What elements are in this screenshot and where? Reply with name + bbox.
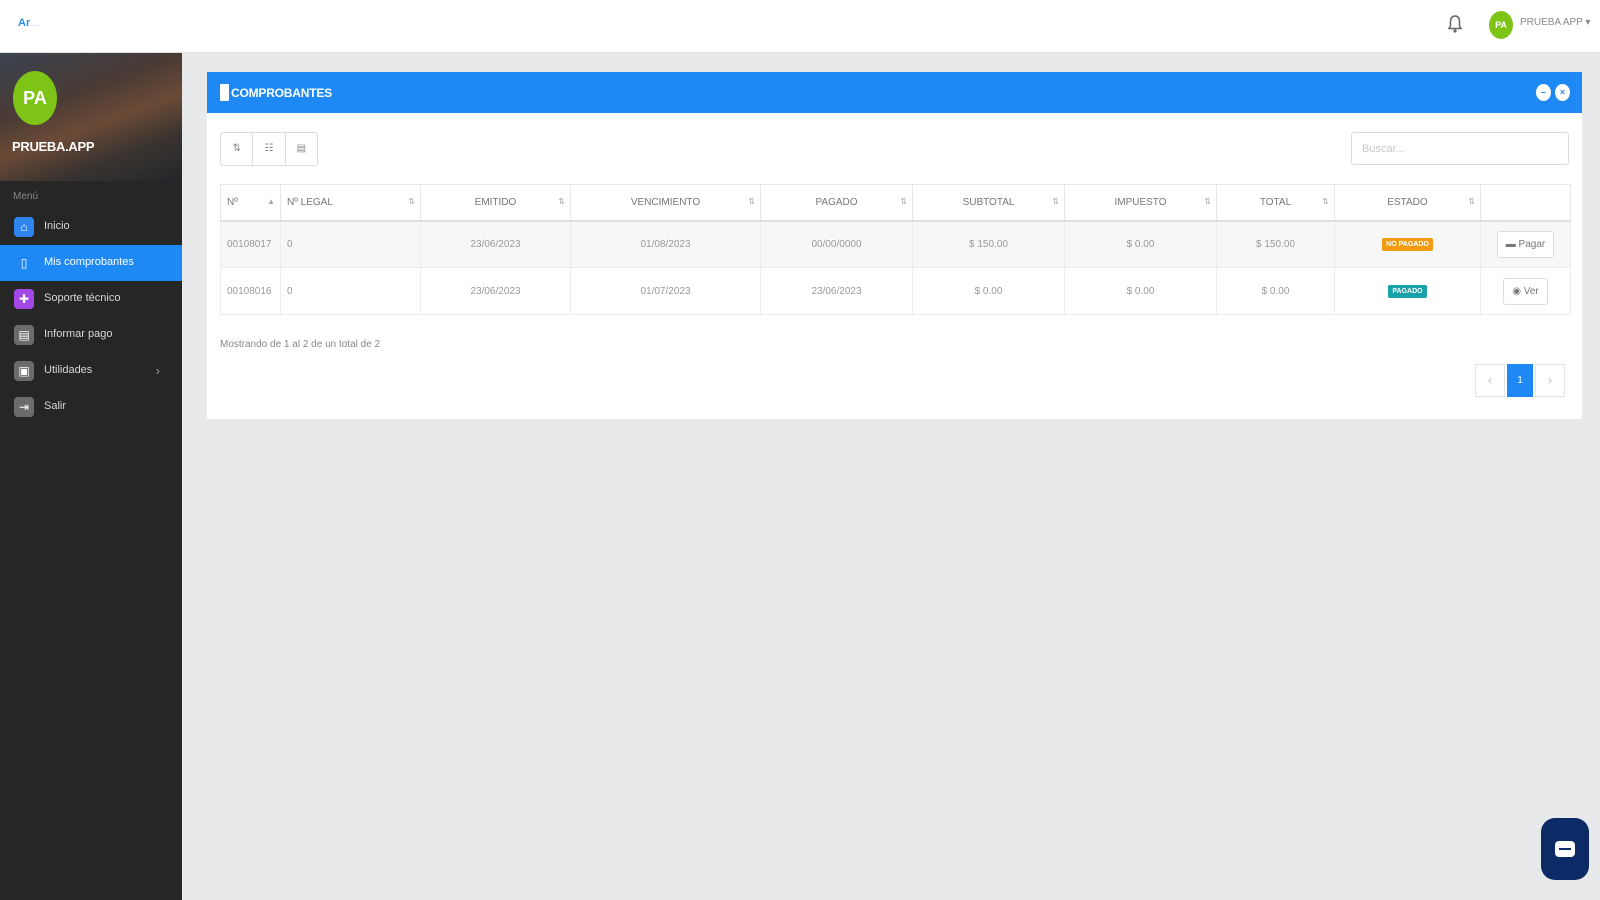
cell-total: $ 150.00 [1216, 220, 1335, 268]
cell-action: ◉ Ver [1480, 267, 1571, 315]
sidebar-item-informar-pago[interactable]: ▤ Informar pago [0, 317, 182, 353]
cell-legal: 0 [280, 267, 421, 315]
sort-icon: ⇅ [1052, 197, 1059, 206]
cell-pagado: 23/06/2023 [760, 267, 913, 315]
sidebar-item-label: Soporte técnico [44, 292, 121, 304]
columns-button[interactable]: ☷ [253, 133, 286, 165]
column-header-actions [1480, 184, 1571, 222]
column-header-vencimiento[interactable]: VENCIMIENTO ⇅ [570, 184, 761, 222]
pagination-info: Mostrando de 1 al 2 de un total de 2 [220, 339, 381, 350]
close-icon[interactable]: × [1555, 84, 1570, 101]
card-header: COMPROBANTES – × [207, 72, 1582, 113]
cell-estado: NO PAGADO [1334, 220, 1481, 268]
sort-icon: ⇅ [1204, 197, 1211, 206]
sidebar-item-utilidades[interactable]: ▣ Utilidades › [0, 353, 182, 389]
toolbox-icon: ▣ [14, 361, 34, 381]
cell-impuesto: $ 0.00 [1064, 220, 1217, 268]
sort-icon: ⇅ [1468, 197, 1475, 206]
sort-icon: ⇅ [1322, 197, 1329, 206]
cell-subtotal: $ 0.00 [912, 267, 1065, 315]
cell-subtotal: $ 150.00 [912, 220, 1065, 268]
cell-impuesto: $ 0.00 [1064, 267, 1217, 315]
cell-estado: PAGADO [1334, 267, 1481, 315]
card-title: COMPROBANTES [231, 86, 332, 100]
logo-text-faint: ... [30, 17, 40, 29]
cell-legal: 0 [280, 220, 421, 268]
export-button[interactable]: ▤ [286, 133, 317, 165]
top-bar: Ar... PA PRUEBA APP ▾ [0, 0, 1600, 53]
bell-icon[interactable] [1447, 14, 1463, 34]
sort-icon: ⇅ [558, 197, 565, 206]
receipt-icon: ▤ [14, 325, 34, 345]
column-header-pagado[interactable]: PAGADO ⇅ [760, 184, 913, 222]
sort-icon: ⇅ [408, 197, 415, 206]
comprobantes-card: COMPROBANTES – × ⇅ ☷ ▤ Nº▲ Nº LEGAL⇅ EMI… [207, 72, 1582, 419]
menu-label: Menú [13, 191, 39, 202]
cell-total: $ 0.00 [1216, 267, 1335, 315]
cell-action: ▬ Pagar [1480, 220, 1571, 268]
sidebar-profile: PA PRUEBA.APP [0, 53, 182, 181]
document-icon: ▯ [14, 253, 34, 273]
home-icon: ⌂ [14, 217, 34, 237]
cell-emitido: 23/06/2023 [420, 220, 571, 268]
column-header-numero[interactable]: Nº ▲ [220, 184, 281, 222]
column-header-estado[interactable]: ESTADO ⇅ [1334, 184, 1481, 222]
cell-numero: 00108017 [220, 220, 281, 268]
comprobantes-table: Nº ▲ Nº LEGAL ⇅ EMITIDO ⇅ VENCIMIENTO ⇅ PAGA… [220, 184, 1571, 315]
pagination-page-button[interactable]: 1 [1507, 364, 1533, 397]
table-row: 00108016 0 23/06/2023 01/07/2023 23/06/2… [220, 267, 1571, 315]
table-header-row: Nº ▲ Nº LEGAL ⇅ EMITIDO ⇅ VENCIMIENTO ⇅ PAGA… [220, 184, 1571, 222]
support-icon: ✚ [14, 289, 34, 309]
chevron-right-icon: › [155, 363, 160, 378]
sidebar-item-label: Utilidades [44, 364, 93, 376]
status-badge: NO PAGADO [1382, 237, 1433, 251]
document-icon [220, 84, 229, 101]
user-menu[interactable]: PRUEBA APP ▾ [1520, 17, 1590, 28]
sidebar-item-salir[interactable]: ⇥ Salir [0, 389, 182, 425]
cell-vencimiento: 01/08/2023 [570, 220, 761, 268]
sidebar-item-label: Inicio [44, 220, 70, 232]
column-header-subtotal[interactable]: SUBTOTAL ⇅ [912, 184, 1065, 222]
sort-toggle-button[interactable]: ⇅ [221, 133, 254, 165]
table-toolbar: ⇅ ☷ ▤ [220, 132, 318, 166]
logout-icon: ⇥ [14, 397, 34, 417]
column-header-legal[interactable]: Nº LEGAL ⇅ [280, 184, 421, 222]
pagination: ‹ 1 › [1475, 364, 1565, 397]
cell-vencimiento: 01/07/2023 [570, 267, 761, 315]
sort-icon: ⇅ [748, 197, 755, 206]
sidebar-item-mis-comprobantes[interactable]: ▯ Mis comprobantes [0, 245, 182, 281]
sidebar-user-name: PRUEBA.APP [12, 139, 95, 154]
logo-text: Ar [18, 17, 31, 29]
cell-emitido: 23/06/2023 [420, 267, 571, 315]
cell-numero: 00108016 [220, 267, 281, 315]
sidebar-item-inicio[interactable]: ⌂ Inicio [0, 209, 182, 245]
app-logo[interactable]: Ar... [18, 17, 39, 29]
sidebar-item-label: Salir [44, 400, 67, 412]
pay-button[interactable]: ▬ Pagar [1496, 230, 1555, 258]
sidebar-item-label: Mis comprobantes [44, 256, 134, 268]
column-header-total[interactable]: TOTAL ⇅ [1216, 184, 1335, 222]
sidebar: PA PRUEBA.APP Menú ⌂ Inicio ▯ Mis compro… [0, 53, 182, 900]
pagination-prev-button[interactable]: ‹ [1475, 364, 1505, 397]
chat-button[interactable] [1541, 818, 1589, 880]
chat-icon [1555, 841, 1575, 857]
table-row: 00108017 0 23/06/2023 01/08/2023 00/00/0… [220, 220, 1571, 268]
user-avatar[interactable]: PA [1489, 11, 1513, 39]
view-button[interactable]: ◉ Ver [1503, 277, 1548, 305]
sort-icon: ▲ [267, 197, 275, 206]
pagination-next-button[interactable]: › [1535, 364, 1565, 397]
status-badge: PAGADO [1388, 284, 1427, 298]
search-input[interactable] [1351, 132, 1569, 165]
cell-pagado: 00/00/0000 [760, 220, 913, 268]
minimize-icon[interactable]: – [1536, 84, 1551, 101]
column-header-impuesto[interactable]: IMPUESTO ⇅ [1064, 184, 1217, 222]
sidebar-item-label: Informar pago [44, 328, 113, 340]
column-header-emitido[interactable]: EMITIDO ⇅ [420, 184, 571, 222]
sidebar-item-soporte-tecnico[interactable]: ✚ Soporte técnico [0, 281, 182, 317]
sort-icon: ⇅ [900, 197, 907, 206]
sidebar-avatar: PA [13, 71, 57, 125]
